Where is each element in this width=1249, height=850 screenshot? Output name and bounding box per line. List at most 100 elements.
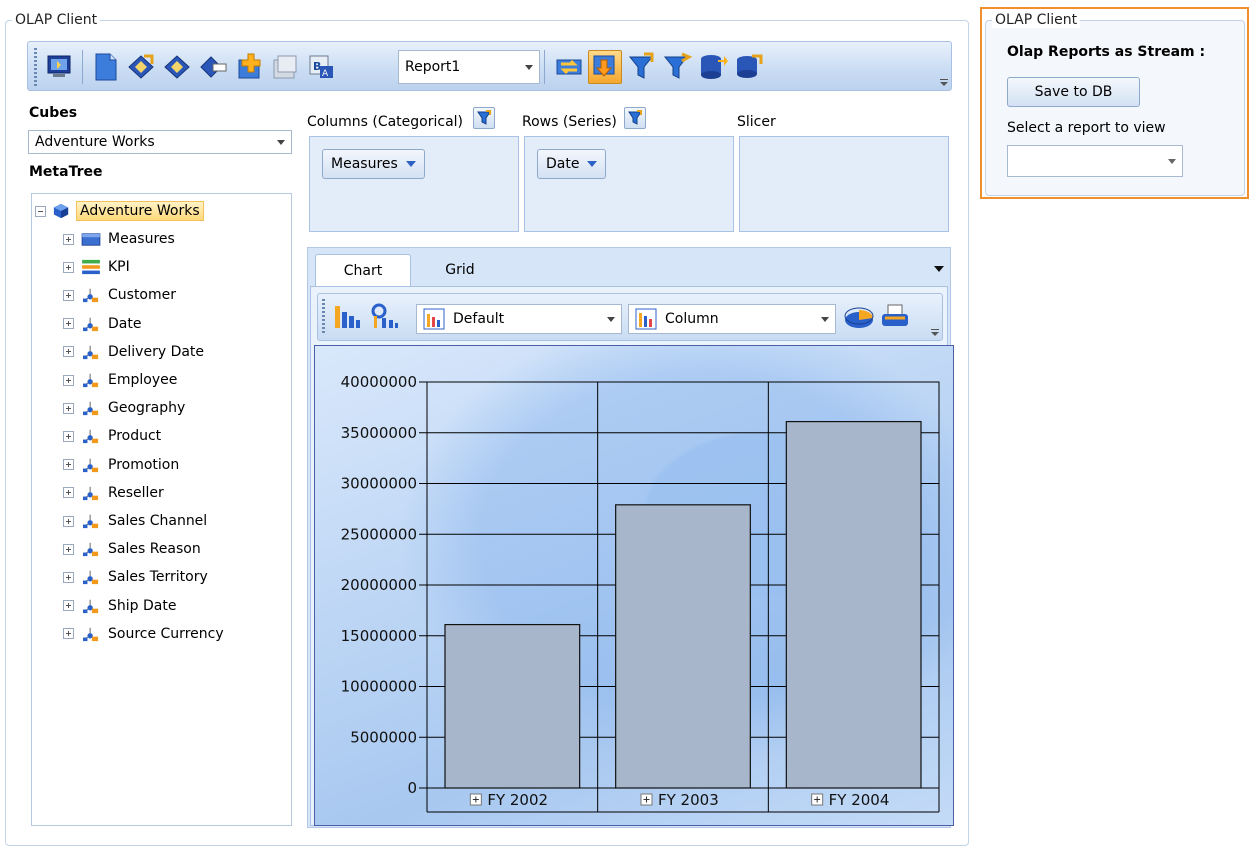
expand-icon[interactable]	[63, 318, 74, 330]
drill-down-icon[interactable]	[588, 50, 622, 84]
cube-select[interactable]: Adventure Works	[28, 130, 292, 154]
chevron-down-icon[interactable]	[821, 317, 829, 322]
tab-menu-icon[interactable]	[934, 266, 944, 272]
expand-icon[interactable]	[63, 346, 74, 358]
toolbar-grip[interactable]	[34, 48, 37, 86]
open-report-icon[interactable]	[124, 50, 158, 84]
expand-icon[interactable]	[63, 628, 74, 640]
palette-select[interactable]: Default	[416, 304, 622, 334]
expand-icon[interactable]	[63, 487, 74, 499]
dimension-icon	[83, 571, 99, 585]
rows-item-date[interactable]: Date	[537, 149, 607, 179]
x-tick-label: FY 2004	[829, 791, 890, 809]
dimension-icon	[83, 514, 99, 529]
chevron-down-icon[interactable]	[525, 65, 533, 70]
filter-icon[interactable]	[624, 50, 658, 84]
tree-item[interactable]: Sales Channel	[63, 508, 207, 534]
dimension-icon	[83, 599, 99, 613]
tree-item[interactable]: KPI	[63, 254, 130, 280]
metatree: Adventure Works Measures KPI Customer Date D…	[31, 193, 292, 826]
expand-icon[interactable]	[63, 543, 74, 555]
columns-dropzone[interactable]: Measures	[309, 136, 519, 232]
connect-icon[interactable]	[42, 50, 76, 84]
tab-chart[interactable]: Chart	[315, 254, 411, 287]
tree-item[interactable]: Ship Date	[63, 593, 176, 619]
tree-item-label: Promotion	[108, 456, 180, 473]
bar	[615, 504, 751, 789]
tree-root-label: Adventure Works	[76, 201, 204, 221]
expand-icon[interactable]	[63, 402, 74, 414]
report-view-select[interactable]	[1007, 145, 1183, 177]
expand-icon[interactable]	[63, 289, 74, 301]
expand-icon[interactable]	[63, 515, 74, 527]
y-tick-label: 0	[407, 779, 417, 797]
save-report-icon[interactable]	[160, 50, 194, 84]
chevron-down-icon[interactable]	[405, 161, 416, 167]
tab-grid[interactable]: Grid	[412, 254, 508, 286]
tree-item[interactable]: Source Currency	[63, 621, 224, 647]
tree-item-label: Product	[108, 428, 162, 445]
kpi-icon	[82, 260, 100, 275]
new-report-icon[interactable]	[88, 50, 122, 84]
database-icon[interactable]	[696, 50, 730, 84]
columns-item-measures[interactable]: Measures	[322, 149, 425, 179]
expand-icon[interactable]	[63, 430, 74, 442]
y-tick-label: 25000000	[341, 525, 417, 543]
tree-item[interactable]: Promotion	[63, 452, 179, 478]
swap-axes-icon[interactable]	[552, 50, 586, 84]
columns-filter-button[interactable]	[473, 107, 495, 129]
report-select[interactable]: Report1	[398, 50, 540, 84]
toolbar-overflow-icon[interactable]	[931, 329, 939, 337]
copy-report-icon[interactable]	[268, 50, 302, 84]
tree-item-label: Delivery Date	[108, 343, 205, 360]
rows-item-label: Date	[546, 156, 580, 172]
tree-root[interactable]: Adventure Works	[35, 198, 204, 224]
tree-item[interactable]: Sales Reason	[63, 536, 201, 562]
save-to-db-button[interactable]: Save to DB	[1007, 77, 1140, 107]
tree-item[interactable]: Sales Territory	[63, 564, 208, 590]
dimension-icon	[83, 317, 99, 331]
select-report-label: Select a report to view	[1007, 120, 1166, 136]
expand-icon[interactable]	[63, 261, 74, 273]
add-report-icon[interactable]	[232, 50, 266, 84]
tree-item[interactable]: Product	[63, 423, 161, 449]
tree-item-label: Date	[108, 315, 142, 332]
y-tick-label: 35000000	[341, 424, 417, 442]
chart-wizard-icon[interactable]	[330, 300, 364, 334]
tree-item[interactable]: Date	[63, 311, 141, 337]
chevron-down-icon[interactable]	[277, 140, 285, 145]
column-chart: 40000000 35000000 30000000 25000000 20000000…	[341, 373, 940, 813]
chevron-down-icon[interactable]	[607, 317, 615, 322]
chevron-down-icon[interactable]	[1168, 159, 1176, 164]
collapse-icon[interactable]	[35, 205, 46, 217]
tree-item[interactable]: Measures	[63, 226, 175, 252]
print-icon[interactable]	[878, 300, 912, 334]
rows-filter-button[interactable]	[624, 107, 646, 129]
tree-item[interactable]: Geography	[63, 395, 185, 421]
filter-icon	[477, 110, 491, 125]
expand-icon[interactable]	[63, 233, 74, 245]
tree-item[interactable]: Reseller	[63, 480, 164, 506]
slicer-dropzone[interactable]	[739, 136, 949, 232]
tree-item[interactable]: Employee	[63, 367, 177, 393]
save-as-icon[interactable]	[196, 50, 230, 84]
expand-icon[interactable]	[63, 571, 74, 583]
y-tick-label: 10000000	[341, 678, 417, 696]
chart-3d-icon[interactable]	[842, 300, 876, 334]
chevron-down-icon[interactable]	[587, 161, 598, 167]
tree-item[interactable]: Customer	[63, 282, 176, 308]
rename-report-icon[interactable]: BA	[304, 50, 338, 84]
tree-item[interactable]: Delivery Date	[63, 339, 204, 365]
x-tick-label: FY 2002	[487, 791, 548, 809]
export-db-icon[interactable]	[732, 50, 766, 84]
expand-icon[interactable]	[63, 600, 74, 612]
toolbar-overflow-icon[interactable]	[940, 79, 948, 87]
chart-type-select[interactable]: Column	[628, 304, 836, 334]
expand-icon[interactable]	[63, 374, 74, 386]
expand-icon[interactable]	[63, 459, 74, 471]
rows-dropzone[interactable]: Date	[524, 136, 734, 232]
dimension-icon	[83, 373, 99, 388]
filter-excel-icon[interactable]	[660, 50, 694, 84]
toolbar-grip[interactable]	[322, 299, 325, 335]
chart-properties-icon[interactable]	[368, 300, 402, 334]
